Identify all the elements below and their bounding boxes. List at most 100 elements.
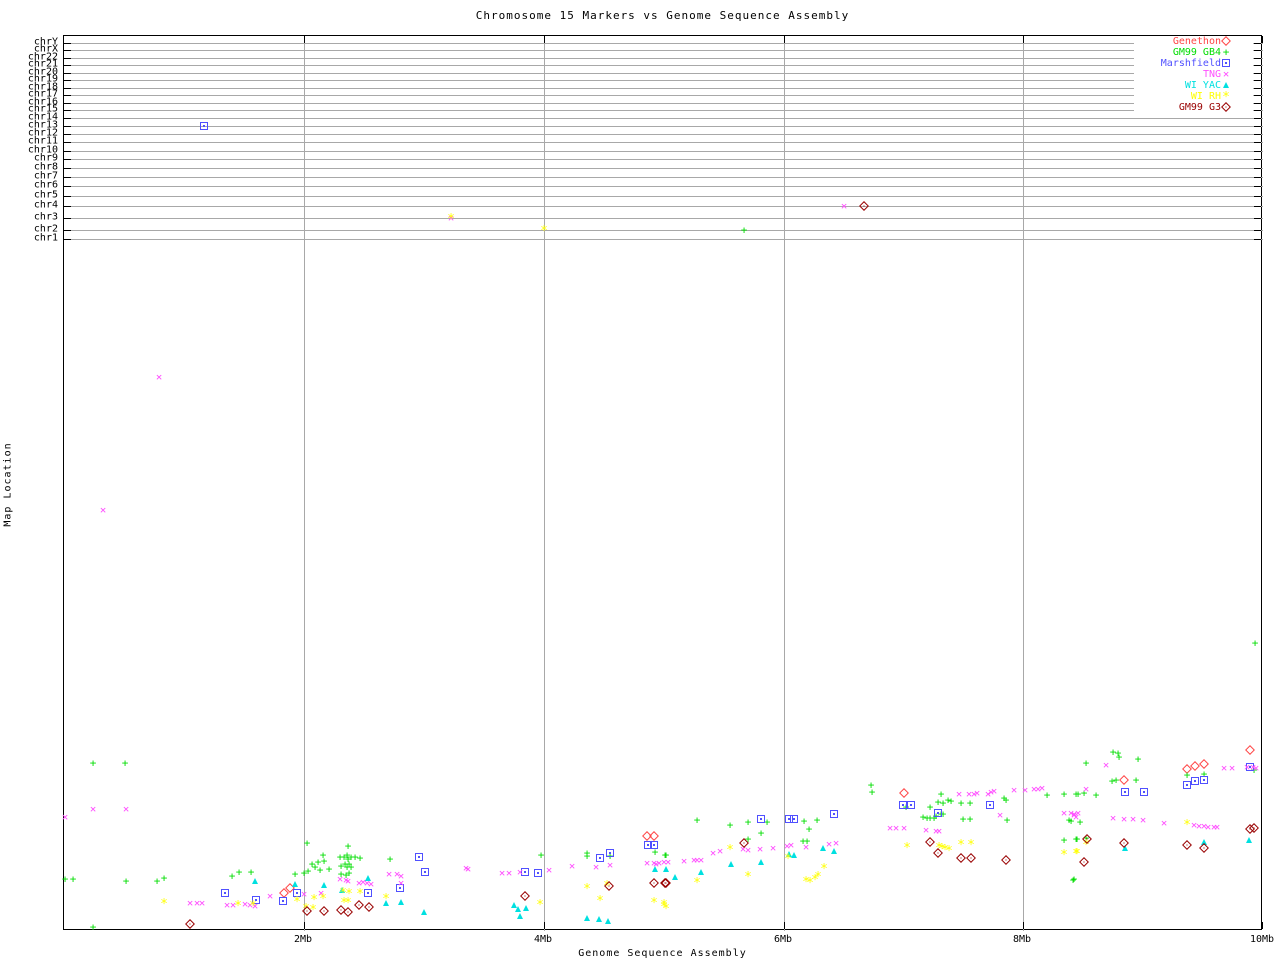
legend-label: WI YAC [1185,80,1221,91]
point-gm99-gb4: + [122,757,129,768]
point-tng: × [770,842,777,853]
y-tick-left [64,186,71,187]
point-wi-rh: * [293,896,301,909]
x-gridline [784,36,785,931]
chromosome-line [64,43,1263,44]
point-marshfield [899,801,907,809]
point-gm99-gb4: + [584,850,591,861]
point-gm99-gb4: + [248,866,255,877]
point-wi-yac [831,848,837,854]
point-tng: × [345,875,352,886]
point-marshfield [279,897,287,905]
point-wi-rh: * [784,853,792,866]
point-tng: × [901,822,908,833]
point-tng: × [841,200,848,211]
y-tick-right [1254,65,1261,66]
point-tng: × [681,855,688,866]
point-tng: × [717,845,724,856]
y-category-label: chr3 [34,212,58,223]
point-gm99-gb4: + [741,224,748,235]
point-marshfield [907,801,915,809]
point-gm99-gb4: + [90,921,97,932]
point-wi-yac [728,861,734,867]
point-gm99-gb4: + [960,813,967,824]
legend-item: Marshfield [1134,58,1253,69]
point-tng: × [1121,813,1128,824]
y-tick-left [64,88,71,89]
y-tick-right [1254,73,1261,74]
point-wi-yac [321,882,327,888]
point-marshfield [1183,781,1191,789]
point-genethon [1245,745,1255,755]
point-tng: × [1103,759,1110,770]
chromosome-line [64,218,1263,219]
point-gm99-gb4: + [538,849,545,860]
y-tick-left [64,73,71,74]
legend-label: GM99 GB4 [1173,47,1221,58]
x-tick-top [784,36,785,43]
legend-item: GM99 G3 [1134,102,1253,113]
point-tng: × [1073,811,1080,822]
point-wi-yac [252,878,258,884]
legend-item: GM99 GB4+ [1134,47,1253,58]
legend-item: WI RH* [1134,91,1253,102]
point-wi-yac [605,918,611,924]
point-gm99-gb4: + [229,870,236,881]
y-tick-left [64,218,71,219]
point-tng: × [1253,762,1260,773]
chromosome-line [64,103,1263,104]
point-wi-rh: * [945,845,953,858]
point-gm99-gb4: + [1093,789,1100,800]
point-wi-yac [515,906,521,912]
point-marshfield [1140,788,1148,796]
y-tick-right [1254,142,1261,143]
x-tick-top [1262,36,1263,43]
point-wi-yac [596,916,602,922]
point-tng: × [301,888,308,899]
x-gridline [544,36,545,931]
y-category-label: chr1 [34,233,58,244]
y-tick-right [1254,159,1261,160]
point-gm99-g3 [1001,855,1011,865]
point-marshfield [606,849,614,857]
legend-item: Genethon [1134,36,1253,47]
point-wi-rh: * [660,899,668,912]
point-gm99-gb4: + [967,813,974,824]
point-tng: × [757,843,764,854]
y-tick-left [64,118,71,119]
point-gm99-g3 [966,853,976,863]
point-gm99-gb4: + [236,866,243,877]
point-gm99-g3 [956,853,966,863]
point-tng: × [788,839,795,850]
legend-item: WI YAC [1134,80,1253,91]
point-wi-rh: * [1060,849,1068,862]
point-wi-rh: * [356,888,364,901]
point-wi-rh: * [957,839,965,852]
point-tng: × [1214,821,1221,832]
point-tng: × [506,867,513,878]
point-gm99-gb4: + [814,814,821,825]
point-tng: × [569,860,576,871]
point-gm99-gb4: + [758,827,765,838]
point-gm99-g3 [925,837,935,847]
point-tng: × [156,371,163,382]
point-wi-rh: * [1073,848,1081,861]
point-tng: × [974,787,981,798]
chromosome-line [64,186,1263,187]
point-genethon [649,831,659,841]
point-tng: × [267,890,274,901]
y-tick-right [1254,110,1261,111]
point-wi-yac [652,866,658,872]
point-wi-rh: * [583,883,591,896]
point-tng: × [644,857,651,868]
chromosome-line [64,50,1263,51]
legend: GenethonGM99 GB4+MarshfieldTNG×WI YACWI … [1134,36,1253,113]
point-tng: × [956,788,963,799]
legend-label: Marshfield [1161,58,1221,69]
point-gm99-gb4: + [387,853,394,864]
point-gm99-gb4: + [869,786,876,797]
point-tng: × [893,822,900,833]
x-tick-bottom [1023,922,1024,929]
point-marshfield [200,122,208,130]
plot-area: ++++++++++++++++++++++++++++++++++++++++… [63,35,1262,930]
